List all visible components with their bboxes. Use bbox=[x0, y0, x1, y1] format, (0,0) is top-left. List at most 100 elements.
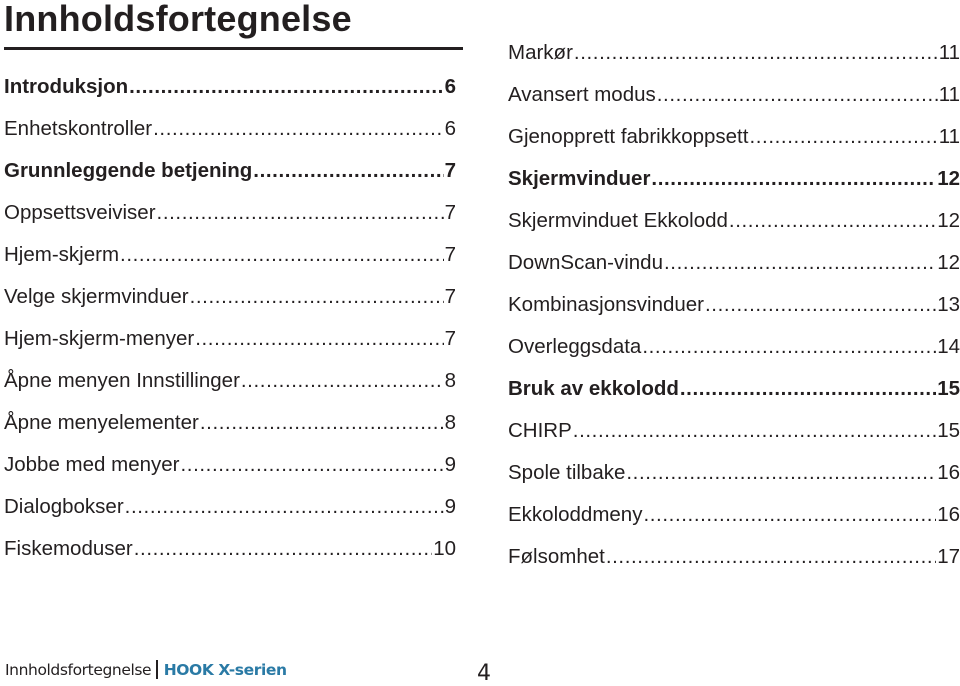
toc-dot-leader bbox=[190, 282, 444, 312]
title-divider bbox=[4, 47, 463, 50]
toc-entry[interactable]: Bruk av ekkolodd 15 bbox=[508, 374, 960, 404]
toc-dot-leader bbox=[573, 416, 936, 446]
toc-dot-leader bbox=[664, 248, 936, 278]
footer-series-name: HOOK X-serien bbox=[163, 660, 287, 679]
footer-section-title: Innholdsfortegnelse bbox=[5, 660, 152, 679]
toc-entry[interactable]: DownScan-vindu 12 bbox=[508, 248, 960, 278]
toc-entry[interactable]: Overleggsdata 14 bbox=[508, 332, 960, 362]
toc-entry[interactable]: Grunnleggende betjening 7 bbox=[4, 156, 456, 186]
toc-entry-page: 7 bbox=[444, 243, 456, 266]
toc-entry[interactable]: Skjermvinduet Ekkolodd 12 bbox=[508, 206, 960, 236]
toc-entry[interactable]: Hjem-skjerm-menyer 7 bbox=[4, 324, 456, 354]
toc-entry[interactable]: CHIRP 15 bbox=[508, 416, 960, 446]
toc-dot-leader bbox=[129, 72, 443, 102]
toc-entry[interactable]: Åpne menyelementer 8 bbox=[4, 408, 456, 438]
page-number: 4 bbox=[477, 661, 491, 686]
toc-entry[interactable]: Markør 11 bbox=[508, 38, 960, 68]
toc-entry-page: 11 bbox=[938, 125, 960, 148]
toc-entry-label: Dialogbokser bbox=[4, 495, 124, 518]
toc-dot-leader bbox=[651, 164, 936, 194]
toc-entry[interactable]: Jobbe med menyer 9 bbox=[4, 450, 456, 480]
page-title: Innholdsfortegnelse bbox=[4, 0, 352, 39]
toc-entry-page: 12 bbox=[937, 251, 960, 274]
toc-entry[interactable]: Følsomhet 17 bbox=[508, 542, 960, 572]
toc-entry-label: Åpne menyen Innstillinger bbox=[4, 369, 240, 392]
toc-entry-label: Grunnleggende betjening bbox=[4, 159, 253, 182]
toc-entry-page: 10 bbox=[433, 537, 456, 560]
toc-dot-leader bbox=[134, 534, 432, 564]
toc-entry[interactable]: Avansert modus 11 bbox=[508, 80, 960, 110]
toc-entry[interactable]: Velge skjermvinduer 7 bbox=[4, 282, 456, 312]
toc-dot-leader bbox=[642, 332, 936, 362]
toc-entry-label: Ekkoloddmeny bbox=[508, 503, 643, 526]
toc-entry-label: Fiskemoduser bbox=[4, 537, 133, 560]
toc-entry-label: Markør bbox=[508, 41, 573, 64]
toc-entry[interactable]: Dialogbokser 9 bbox=[4, 492, 456, 522]
toc-entry-label: Kombinasjonsvinduer bbox=[508, 293, 705, 316]
toc-entry-page: 6 bbox=[444, 117, 456, 140]
toc-entry-page: 7 bbox=[444, 201, 456, 224]
toc-dot-leader bbox=[680, 374, 936, 404]
toc-entry-label: Skjermvinduer bbox=[508, 167, 651, 190]
toc-dot-leader bbox=[120, 240, 444, 270]
toc-dot-leader bbox=[157, 198, 444, 228]
toc-entry[interactable]: Spole tilbake 16 bbox=[508, 458, 960, 488]
toc-dot-leader bbox=[606, 542, 936, 572]
toc-entry-label: Avansert modus bbox=[508, 83, 656, 106]
toc-dot-leader bbox=[153, 114, 443, 144]
toc-entry-label: Spole tilbake bbox=[508, 461, 626, 484]
toc-entry-page: 9 bbox=[444, 453, 456, 476]
toc-entry-label: Velge skjermvinduer bbox=[4, 285, 189, 308]
toc-entry-page: 16 bbox=[937, 461, 960, 484]
toc-entry-label: Enhetskontroller bbox=[4, 117, 153, 140]
toc-entry-label: Introduksjon bbox=[4, 75, 129, 98]
footer-separator bbox=[156, 660, 158, 679]
toc-entry-label: Følsomhet bbox=[508, 545, 605, 568]
toc-entry-page: 17 bbox=[937, 545, 960, 568]
toc-entry[interactable]: Åpne menyen Innstillinger 8 bbox=[4, 366, 456, 396]
toc-dot-leader bbox=[574, 38, 938, 68]
toc-entry[interactable]: Introduksjon 6 bbox=[4, 72, 456, 102]
toc-entry-page: 14 bbox=[937, 335, 960, 358]
toc-entry[interactable]: Gjenopprett fabrikkoppsett 11 bbox=[508, 122, 960, 152]
toc-dot-leader bbox=[705, 290, 936, 320]
toc-entry[interactable]: Enhetskontroller 6 bbox=[4, 114, 456, 144]
toc-entry-page: 7 bbox=[444, 327, 456, 350]
toc-entry-page: 9 bbox=[444, 495, 456, 518]
toc-dot-leader bbox=[657, 80, 938, 110]
toc-entry-label: Gjenopprett fabrikkoppsett bbox=[508, 125, 749, 148]
toc-entry-page: 12 bbox=[937, 167, 960, 190]
toc-dot-leader bbox=[626, 458, 936, 488]
toc-entry-label: Bruk av ekkolodd bbox=[508, 377, 679, 400]
toc-dot-leader bbox=[241, 366, 444, 396]
toc-entry-page: 6 bbox=[444, 75, 456, 98]
toc-entry[interactable]: Skjermvinduer 12 bbox=[508, 164, 960, 194]
toc-entry-page: 7 bbox=[444, 285, 456, 308]
toc-entry-page: 8 bbox=[444, 411, 456, 434]
toc-entry-page: 15 bbox=[937, 377, 960, 400]
toc-entry-label: Skjermvinduet Ekkolodd bbox=[508, 209, 728, 232]
toc-entry-page: 11 bbox=[938, 41, 960, 64]
toc-entry-page: 7 bbox=[444, 159, 456, 182]
toc-entry-label: Jobbe med menyer bbox=[4, 453, 180, 476]
toc-entry-label: Hjem-skjerm bbox=[4, 243, 120, 266]
footer: Innholdsfortegnelse HOOK X-serien bbox=[5, 660, 287, 679]
toc-entry[interactable]: Ekkoloddmeny 16 bbox=[508, 500, 960, 530]
toc-entry-label: Hjem-skjerm-menyer bbox=[4, 327, 195, 350]
toc-entry-page: 11 bbox=[938, 83, 960, 106]
toc-dot-leader bbox=[195, 324, 443, 354]
toc-dot-leader bbox=[200, 408, 444, 438]
toc-entry[interactable]: Fiskemoduser 10 bbox=[4, 534, 456, 564]
toc-entry-label: Overleggsdata bbox=[508, 335, 642, 358]
toc-entry-page: 13 bbox=[937, 293, 960, 316]
toc-entry[interactable]: Oppsettsveiviser 7 bbox=[4, 198, 456, 228]
toc-entry[interactable]: Hjem-skjerm 7 bbox=[4, 240, 456, 270]
toc-entry[interactable]: Kombinasjonsvinduer 13 bbox=[508, 290, 960, 320]
toc-dot-leader bbox=[125, 492, 444, 522]
toc-entry-page: 8 bbox=[444, 369, 456, 392]
toc-entry-label: Åpne menyelementer bbox=[4, 411, 199, 434]
toc-entry-label: CHIRP bbox=[508, 419, 572, 442]
toc-dot-leader bbox=[729, 206, 936, 236]
toc-entry-page: 15 bbox=[937, 419, 960, 442]
toc-dot-leader bbox=[749, 122, 937, 152]
